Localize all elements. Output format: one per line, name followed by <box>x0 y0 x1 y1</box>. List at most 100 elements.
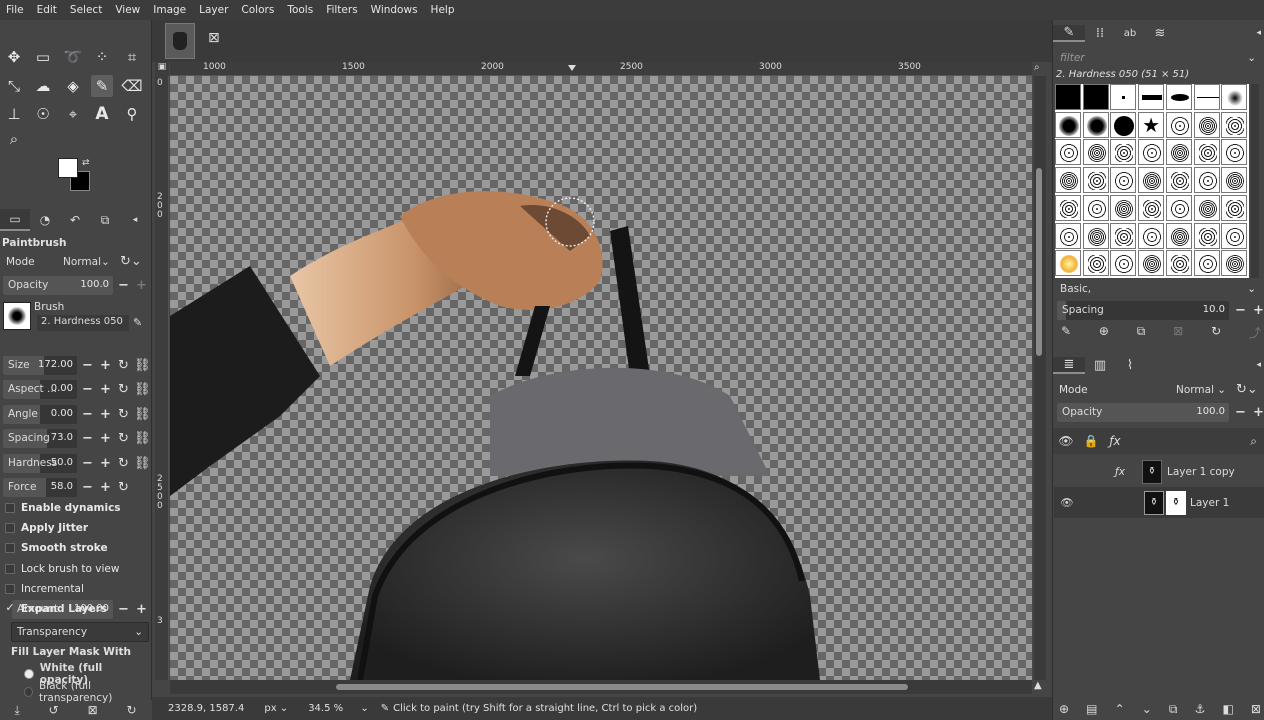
reset-icon[interactable]: ↻ <box>116 380 131 399</box>
minus-icon[interactable]: − <box>80 429 95 448</box>
reset-layer-mode-icon[interactable]: ↻⌄ <box>1236 382 1258 397</box>
save-options-icon[interactable]: ⤓ <box>14 703 19 718</box>
brush-cell[interactable] <box>1082 194 1109 221</box>
minus-icon[interactable]: − <box>80 454 95 473</box>
document-history-tab-icon[interactable]: ≋ <box>1145 26 1175 41</box>
duplicate-layer-icon[interactable]: ⧉ <box>1169 702 1178 717</box>
slider-stepper[interactable]: − + ↻ ⛓ <box>80 405 151 424</box>
brush-cell[interactable] <box>1110 250 1137 277</box>
brush-cell[interactable] <box>1138 167 1165 194</box>
horizontal-scrollbar[interactable] <box>170 680 1032 694</box>
layers-tab-icon[interactable]: ≣ <box>1053 356 1085 374</box>
lower-layer-icon[interactable]: ⌄ <box>1142 702 1152 717</box>
brush-tag-select[interactable]: Basic, ⌄ <box>1055 279 1261 299</box>
checkbox-checked-icon[interactable]: ✓ <box>5 602 15 614</box>
vertical-ruler[interactable]: 0 2 0 0 2 5 0 0 3 <box>155 76 169 680</box>
brush-cell[interactable]: ★ <box>1138 111 1165 138</box>
reset-icon[interactable]: ↻ <box>116 429 131 448</box>
menu-tools[interactable]: Tools <box>287 4 313 16</box>
brush-cell[interactable] <box>1138 139 1165 166</box>
reset-icon[interactable]: ↻ <box>116 405 131 424</box>
zoom-navigate-icon[interactable]: ⌕ <box>1034 62 1046 76</box>
brush-cell[interactable] <box>1221 167 1248 194</box>
plus-icon[interactable]: + <box>98 454 113 473</box>
brush-cell[interactable] <box>1221 139 1248 166</box>
link-chain-icon[interactable]: ⛓ <box>134 454 151 473</box>
tool-options-tab-icon[interactable]: ▭ <box>0 209 30 231</box>
brush-cell[interactable] <box>1055 250 1081 277</box>
raise-layer-icon[interactable]: ⌃ <box>1115 702 1125 717</box>
brush-cell[interactable] <box>1082 111 1109 138</box>
anchor-layer-icon[interactable]: ⚓ <box>1195 702 1206 717</box>
brush-cell[interactable] <box>1221 194 1248 221</box>
reset-mode-icon[interactable]: ↻⌄ <box>120 254 142 269</box>
slider-stepper[interactable]: − + ↻ <box>80 478 131 497</box>
brush-filter-field[interactable]: filter ⌄ <box>1055 48 1261 68</box>
refresh-brushes-icon[interactable]: ↻ <box>1211 324 1221 341</box>
spacing-stepper[interactable]: − + <box>1233 301 1264 320</box>
slider-stepper[interactable]: − + ↻ ⛓ <box>80 356 150 375</box>
brush-option-slider[interactable]: Spacing 73.0 <box>3 429 77 449</box>
brush-cell[interactable] <box>1110 84 1137 110</box>
brush-cell[interactable] <box>1055 111 1081 138</box>
brush-cell[interactable] <box>1055 84 1081 110</box>
paths-tool-icon[interactable]: ⌖ <box>62 103 84 125</box>
channels-tab-icon[interactable]: ▥ <box>1085 358 1115 373</box>
layer-mask-thumbnail[interactable]: ⚱ <box>1166 490 1186 515</box>
reset-icon[interactable]: ↻ <box>116 454 131 473</box>
layer-mode-select[interactable]: Normal ⌄ <box>1171 380 1231 400</box>
plus-icon[interactable]: + <box>1251 403 1264 422</box>
device-status-tab-icon[interactable]: ◔ <box>30 209 60 231</box>
plus-icon[interactable]: + <box>98 478 113 497</box>
effects-icon[interactable]: ƒx <box>1103 434 1127 448</box>
brush-cell[interactable] <box>1082 139 1109 166</box>
minus-icon[interactable]: − <box>80 380 95 399</box>
option-checkbox[interactable]: Incremental <box>5 580 150 598</box>
brush-cell[interactable] <box>1110 194 1137 221</box>
layer-row[interactable]: 👁 ⚱ ⚱ Layer 1 <box>1054 487 1264 518</box>
brush-cell[interactable] <box>1138 84 1165 110</box>
text-tool-icon[interactable]: A <box>91 103 113 125</box>
horizontal-scroll-thumb[interactable] <box>336 684 908 690</box>
link-chain-icon[interactable]: ⛓ <box>134 405 151 424</box>
eye-icon[interactable]: 👁 <box>1054 496 1080 509</box>
brush-cell[interactable] <box>1110 111 1137 138</box>
delete-options-icon[interactable]: ⊠ <box>88 703 98 717</box>
brush-cell[interactable] <box>1165 111 1192 138</box>
slider-stepper[interactable]: − + ↻ ⛓ <box>80 454 151 473</box>
brush-cell[interactable] <box>1193 111 1220 138</box>
brush-cell[interactable] <box>1221 250 1248 277</box>
paths-tab-icon[interactable]: ⌇ <box>1115 358 1145 373</box>
brush-cell[interactable] <box>1138 250 1165 277</box>
checkbox-icon[interactable] <box>5 563 15 574</box>
fill-mode-select[interactable]: Transparency ⌄ <box>11 622 149 642</box>
brush-cell[interactable] <box>1055 194 1081 221</box>
undo-history-tab-icon[interactable]: ↶ <box>60 209 90 231</box>
checkbox-icon[interactable] <box>5 523 15 534</box>
brush-grid[interactable]: ★ <box>1055 84 1249 278</box>
navigate-icon[interactable]: ▲ <box>1034 680 1046 694</box>
brush-cell[interactable] <box>1082 84 1109 110</box>
edit-brush-icon[interactable]: ✎ <box>1061 324 1071 341</box>
plus-icon[interactable]: + <box>98 405 113 424</box>
minus-icon[interactable]: − <box>1233 301 1248 320</box>
brush-option-slider[interactable]: Aspect ... 0.00 <box>3 380 77 400</box>
menu-help[interactable]: Help <box>431 4 455 16</box>
layer-name[interactable]: Layer 1 copy <box>1167 466 1235 478</box>
brush-cell[interactable] <box>1193 84 1220 110</box>
edit-brush-icon[interactable]: ✎ <box>133 316 142 329</box>
close-image-icon[interactable]: ⊠ <box>208 30 220 46</box>
search-icon[interactable]: ⌕ <box>1250 434 1257 449</box>
menu-view[interactable]: View <box>115 4 140 16</box>
eraser-tool-icon[interactable]: ⌫ <box>121 75 143 97</box>
reset-icon[interactable]: ↻ <box>116 356 131 375</box>
patterns-tab-icon[interactable]: ⁞⁞ <box>1085 26 1115 41</box>
vertical-scrollbar[interactable] <box>1034 76 1046 680</box>
images-tab-icon[interactable]: ⧉ <box>90 209 120 231</box>
tab-menu-icon[interactable]: ◂ <box>120 209 150 231</box>
opacity-stepper[interactable]: − + <box>116 276 149 295</box>
brush-cell[interactable] <box>1221 111 1248 138</box>
brush-grid-scrollbar[interactable] <box>1251 84 1259 278</box>
brush-cell[interactable] <box>1138 222 1165 249</box>
eye-icon[interactable]: 👁 <box>1053 434 1079 448</box>
